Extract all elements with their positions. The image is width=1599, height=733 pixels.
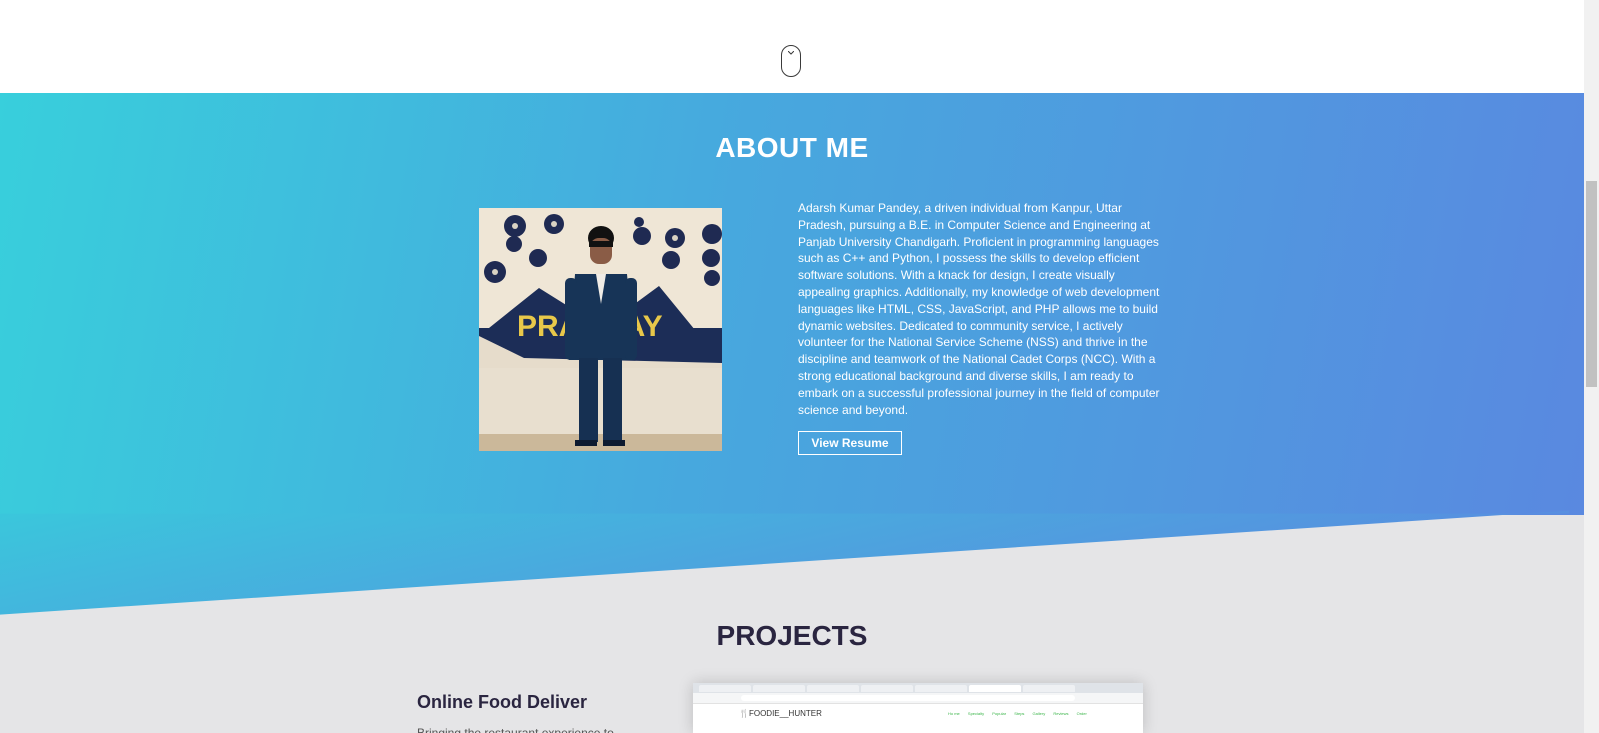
scrollbar-thumb[interactable] — [1586, 181, 1597, 387]
nav-link: Ho me — [948, 711, 960, 716]
fork-knife-icon: 🍴 — [739, 709, 749, 718]
browser-tab-strip — [693, 683, 1143, 693]
nav-link: Popular — [992, 711, 1007, 716]
project-screenshot-logo: 🍴FOODIE__HUNTER — [739, 709, 822, 718]
about-title: ABOUT ME — [715, 132, 869, 163]
project-description: Bringing the restaurant experience to — [417, 726, 614, 733]
project-screenshot-nav: Ho me Specialty Popular Steps Gallery Re… — [948, 711, 1094, 716]
mouse-scroll-icon[interactable] — [781, 45, 801, 77]
browser-address-bar — [693, 693, 1143, 704]
nav-link: Reviews — [1053, 711, 1069, 716]
profile-photo: PRABHAY — [479, 208, 722, 451]
nav-link: Specialty — [967, 711, 985, 716]
view-resume-button[interactable]: View Resume — [798, 431, 902, 455]
about-description: Adarsh Kumar Pandey, a driven individual… — [798, 201, 1160, 417]
nav-link: Steps — [1014, 711, 1025, 716]
project-screenshot[interactable]: 🍴FOODIE__HUNTER Ho me Specialty Popular … — [693, 683, 1143, 733]
browser-url — [741, 695, 1075, 701]
nav-link: Gallery — [1032, 711, 1046, 716]
projects-title: PROJECTS — [716, 620, 868, 651]
nav-link: Order — [1076, 711, 1087, 716]
project-title: Online Food Deliver — [417, 692, 588, 712]
